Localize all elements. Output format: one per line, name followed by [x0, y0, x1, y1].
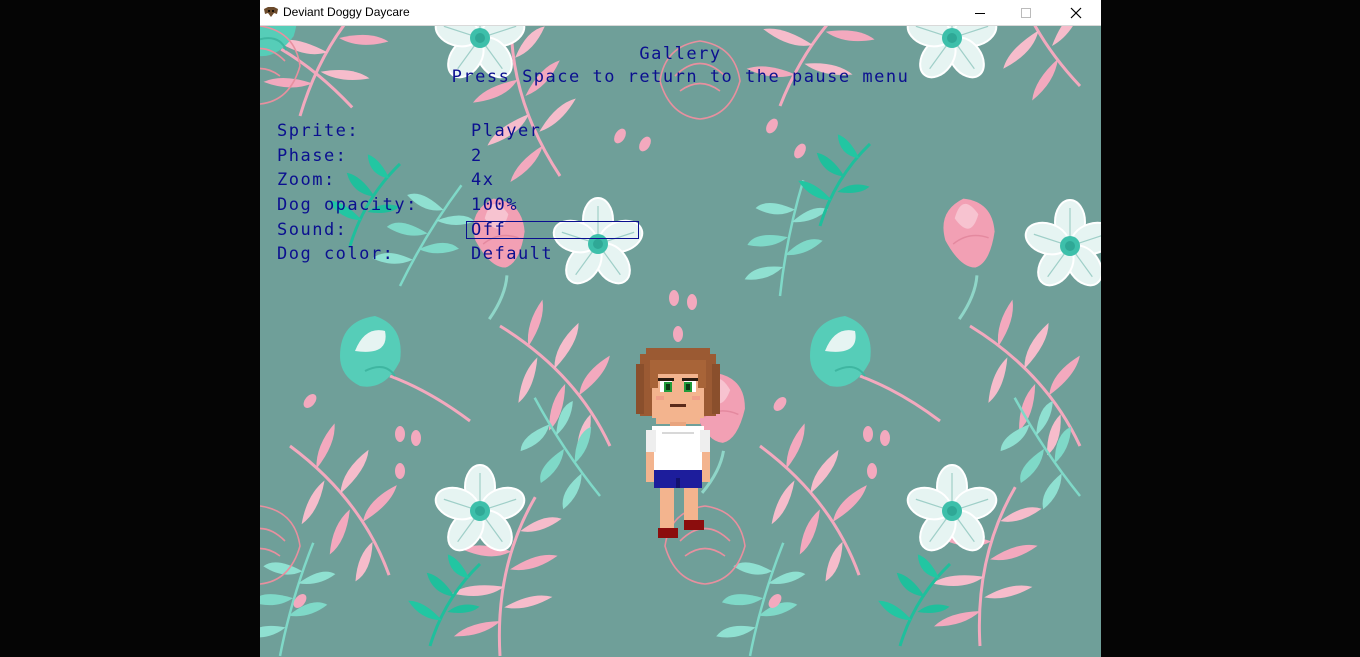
game-window: Deviant Doggy Daycare Gallery Press Spac…: [260, 0, 1101, 657]
minimize-button[interactable]: [957, 0, 1003, 25]
close-icon: [1070, 7, 1082, 18]
player-sprite: [636, 348, 720, 538]
dog-app-icon: [264, 7, 278, 17]
option-sprite-label: Sprite:: [277, 121, 360, 141]
option-dog-opacity-label: Dog opacity:: [277, 195, 418, 215]
option-sound-value[interactable]: Off: [471, 220, 506, 240]
game-canvas[interactable]: Gallery Press Space to return to the pau…: [260, 26, 1101, 657]
option-dog-opacity-value[interactable]: 100%: [471, 195, 518, 215]
minimize-icon: [975, 12, 985, 14]
option-dog-color-value[interactable]: Default: [471, 244, 553, 264]
maximize-icon: [1021, 7, 1031, 18]
title-bar[interactable]: Deviant Doggy Daycare: [260, 0, 1101, 26]
option-dog-color-label: Dog color:: [277, 244, 395, 264]
option-zoom-value[interactable]: 4x: [471, 170, 494, 190]
gallery-hint: Press Space to return to the pause menu: [451, 67, 910, 87]
maximize-button[interactable]: [1003, 0, 1049, 25]
option-phase-value[interactable]: 2: [471, 146, 483, 166]
floral-background: [260, 26, 1101, 657]
option-sprite-value[interactable]: Player: [471, 121, 541, 141]
option-phase-label: Phase:: [277, 146, 348, 166]
gallery-title: Gallery: [639, 44, 722, 64]
option-zoom-label: Zoom:: [277, 170, 336, 190]
window-title: Deviant Doggy Daycare: [283, 5, 410, 19]
option-sound-label: Sound:: [277, 220, 348, 240]
close-button[interactable]: [1053, 0, 1099, 25]
